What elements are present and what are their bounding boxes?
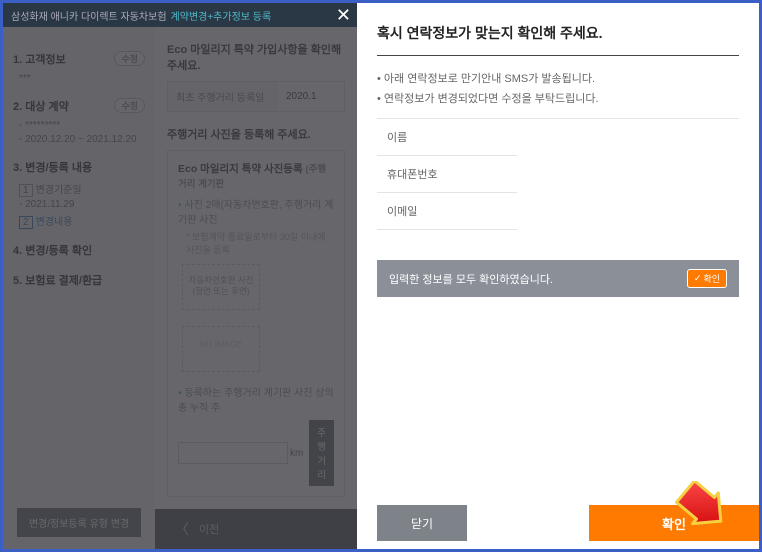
email-label: 이메일 bbox=[377, 193, 447, 229]
brand-text: 삼성화재 애니카 다이렉트 자동차보험 bbox=[11, 8, 167, 23]
top-bar: 삼성화재 애니카 다이렉트 자동차보험 계약변경+추가정보 등록 bbox=[3, 3, 357, 27]
confirm-button[interactable]: 확인 bbox=[589, 505, 759, 541]
close-icon[interactable]: ✕ bbox=[336, 5, 351, 26]
info-line-2: 연락정보가 변경되었다면 수정을 부탁드립니다. bbox=[377, 90, 739, 106]
info-line-1: 아래 연락정보로 만기안내 SMS가 발송됩니다. bbox=[377, 70, 739, 86]
confirmed-badge[interactable]: 확인 bbox=[687, 269, 727, 288]
name-label: 이름 bbox=[377, 119, 447, 155]
panel-title: 혹시 연락정보가 맞는지 확인해 주세요. bbox=[377, 23, 739, 56]
breadcrumb: 계약변경+추가정보 등록 bbox=[171, 8, 272, 23]
contact-confirm-panel: 혹시 연락정보가 맞는지 확인해 주세요. 아래 연락정보로 만기안내 SMS가… bbox=[357, 3, 759, 549]
modal-backdrop bbox=[3, 3, 357, 549]
phone-label: 휴대폰번호 bbox=[377, 156, 447, 192]
close-button[interactable]: 닫기 bbox=[377, 505, 467, 541]
confirm-toggle-bar[interactable]: 입력한 정보를 모두 확인하였습니다. 확인 bbox=[377, 260, 739, 297]
